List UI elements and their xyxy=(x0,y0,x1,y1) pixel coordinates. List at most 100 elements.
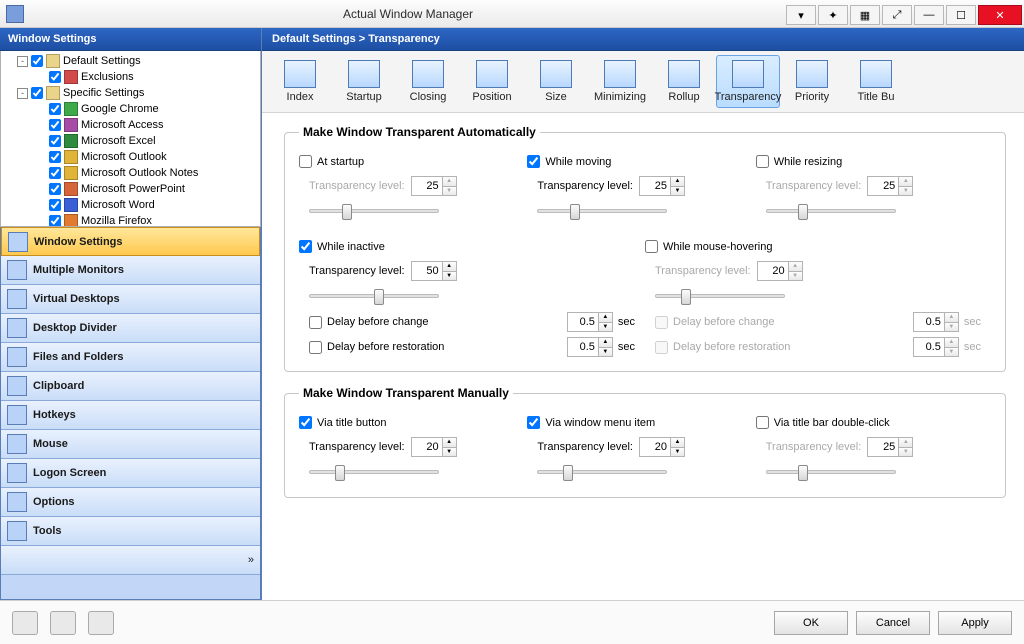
nav-item-files-and-folders[interactable]: Files and Folders xyxy=(1,343,260,372)
nav-item-mouse[interactable]: Mouse xyxy=(1,430,260,459)
extra-btn-2[interactable]: ✦ xyxy=(818,5,848,25)
while-inactive-checkbox[interactable]: While inactive xyxy=(299,240,635,253)
spin-up-icon[interactable]: ▲ xyxy=(899,177,912,187)
moving-level-spinner[interactable]: ▲▼ xyxy=(639,176,685,196)
toolbar-transparency[interactable]: Transparency xyxy=(716,55,780,108)
inactive-delay-restore[interactable]: Delay before restoration ▲▼ sec xyxy=(309,337,635,357)
spin-down-icon[interactable]: ▼ xyxy=(443,448,456,457)
nav-item-hotkeys[interactable]: Hotkeys xyxy=(1,401,260,430)
help-icon[interactable] xyxy=(12,611,38,635)
nav-item-multiple-monitors[interactable]: Multiple Monitors xyxy=(1,256,260,285)
inactive-delay-restore-spin[interactable]: ▲▼ xyxy=(567,337,613,357)
menu-level-spinner[interactable]: ▲▼ xyxy=(639,437,685,457)
tree-item[interactable]: -Specific Settings xyxy=(5,85,260,101)
tree-checkbox[interactable] xyxy=(49,199,61,211)
while-hover-input[interactable] xyxy=(645,240,658,253)
toolbar-position[interactable]: Position xyxy=(460,55,524,108)
tree-checkbox[interactable] xyxy=(49,135,61,147)
resizing-level-input[interactable] xyxy=(868,177,898,195)
nav-item-options[interactable]: Options xyxy=(1,488,260,517)
nav-item-virtual-desktops[interactable]: Virtual Desktops xyxy=(1,285,260,314)
spin-up-icon[interactable]: ▲ xyxy=(671,438,684,448)
via-menu-input[interactable] xyxy=(527,416,540,429)
cancel-button[interactable]: Cancel xyxy=(856,611,930,635)
spin-down-icon[interactable]: ▼ xyxy=(899,448,912,457)
nav-item-logon-screen[interactable]: Logon Screen xyxy=(1,459,260,488)
nav-expand[interactable]: » xyxy=(1,546,260,575)
tree-checkbox[interactable] xyxy=(49,71,61,83)
toolbar-index[interactable]: Index xyxy=(268,55,332,108)
spin-down-icon[interactable]: ▼ xyxy=(899,187,912,196)
undo-icon[interactable] xyxy=(50,611,76,635)
spin-up-icon[interactable]: ▲ xyxy=(789,262,802,272)
tree-checkbox[interactable] xyxy=(49,215,61,227)
tree-checkbox[interactable] xyxy=(49,119,61,131)
redo-icon[interactable] xyxy=(88,611,114,635)
expander-icon[interactable]: - xyxy=(17,56,28,67)
tree-checkbox[interactable] xyxy=(49,103,61,115)
minimize-button[interactable]: — xyxy=(914,5,944,25)
extra-btn-1[interactable]: ▾ xyxy=(786,5,816,25)
hover-slider[interactable] xyxy=(655,287,785,307)
apply-button[interactable]: Apply xyxy=(938,611,1012,635)
dblclick-level-spinner[interactable]: ▲▼ xyxy=(867,437,913,457)
moving-level-input[interactable] xyxy=(640,177,670,195)
spin-up-icon[interactable]: ▲ xyxy=(443,262,456,272)
tree-checkbox[interactable] xyxy=(49,151,61,163)
spin-down-icon[interactable]: ▼ xyxy=(789,272,802,281)
inactive-delay-change-spin[interactable]: ▲▼ xyxy=(567,312,613,332)
inactive-delay-change-chk[interactable] xyxy=(309,316,322,329)
tree-item[interactable]: Microsoft Word xyxy=(5,197,260,213)
toolbar-closing[interactable]: Closing xyxy=(396,55,460,108)
inactive-level-spinner[interactable]: ▲▼ xyxy=(411,261,457,281)
startup-level-spinner[interactable]: ▲▼ xyxy=(411,176,457,196)
tree-item[interactable]: Microsoft Outlook xyxy=(5,149,260,165)
inactive-delay-change[interactable]: Delay before change ▲▼ sec xyxy=(309,312,635,332)
tree-item[interactable]: Exclusions xyxy=(5,69,260,85)
while-hover-checkbox[interactable]: While mouse-hovering xyxy=(645,240,981,253)
tree-item[interactable]: Microsoft Excel xyxy=(5,133,260,149)
while-moving-checkbox[interactable]: While moving xyxy=(527,155,745,168)
while-moving-input[interactable] xyxy=(527,155,540,168)
tree-item[interactable]: -Default Settings xyxy=(5,53,260,69)
maximize-button[interactable]: ☐ xyxy=(946,5,976,25)
resizing-level-spinner[interactable]: ▲▼ xyxy=(867,176,913,196)
spin-down-icon[interactable]: ▼ xyxy=(671,448,684,457)
spin-down-icon[interactable]: ▼ xyxy=(443,272,456,281)
inactive-delay-restore-chk[interactable] xyxy=(309,341,322,354)
spin-up-icon[interactable]: ▲ xyxy=(599,313,612,323)
spin-down-icon[interactable]: ▼ xyxy=(599,323,612,332)
at-startup-input[interactable] xyxy=(299,155,312,168)
toolbar-title-bu[interactable]: Title Bu xyxy=(844,55,908,108)
spin-down-icon[interactable]: ▼ xyxy=(443,187,456,196)
titlebtn-level-input[interactable] xyxy=(412,438,442,456)
spin-up-icon[interactable]: ▲ xyxy=(443,177,456,187)
hover-level-spinner[interactable]: ▲▼ xyxy=(757,261,803,281)
toolbar-size[interactable]: Size xyxy=(524,55,588,108)
tree-item[interactable]: Microsoft Access xyxy=(5,117,260,133)
via-menu-checkbox[interactable]: Via window menu item xyxy=(527,416,745,429)
toolbar-rollup[interactable]: Rollup xyxy=(652,55,716,108)
expander-icon[interactable]: - xyxy=(17,88,28,99)
nav-item-window-settings[interactable]: Window Settings xyxy=(1,227,260,256)
tree-checkbox[interactable] xyxy=(31,55,43,67)
extra-btn-3[interactable]: ▦ xyxy=(850,5,880,25)
settings-tree[interactable]: -Default SettingsExclusions-Specific Set… xyxy=(0,51,261,227)
titlebtn-slider[interactable] xyxy=(309,463,439,483)
titlebtn-level-spinner[interactable]: ▲▼ xyxy=(411,437,457,457)
while-inactive-input[interactable] xyxy=(299,240,312,253)
extra-btn-4[interactable]: ⤢ xyxy=(882,5,912,25)
nav-item-desktop-divider[interactable]: Desktop Divider xyxy=(1,314,260,343)
while-resizing-checkbox[interactable]: While resizing xyxy=(756,155,974,168)
spin-up-icon[interactable]: ▲ xyxy=(443,438,456,448)
tree-checkbox[interactable] xyxy=(49,183,61,195)
close-button[interactable]: ✕ xyxy=(978,5,1022,25)
toolbar-priority[interactable]: Priority xyxy=(780,55,844,108)
tree-item[interactable]: Mozilla Firefox xyxy=(5,213,260,227)
via-title-button-input[interactable] xyxy=(299,416,312,429)
inactive-slider[interactable] xyxy=(309,287,439,307)
ok-button[interactable]: OK xyxy=(774,611,848,635)
tree-checkbox[interactable] xyxy=(31,87,43,99)
inactive-delay-change-input[interactable] xyxy=(568,313,598,331)
inactive-level-input[interactable] xyxy=(412,262,442,280)
